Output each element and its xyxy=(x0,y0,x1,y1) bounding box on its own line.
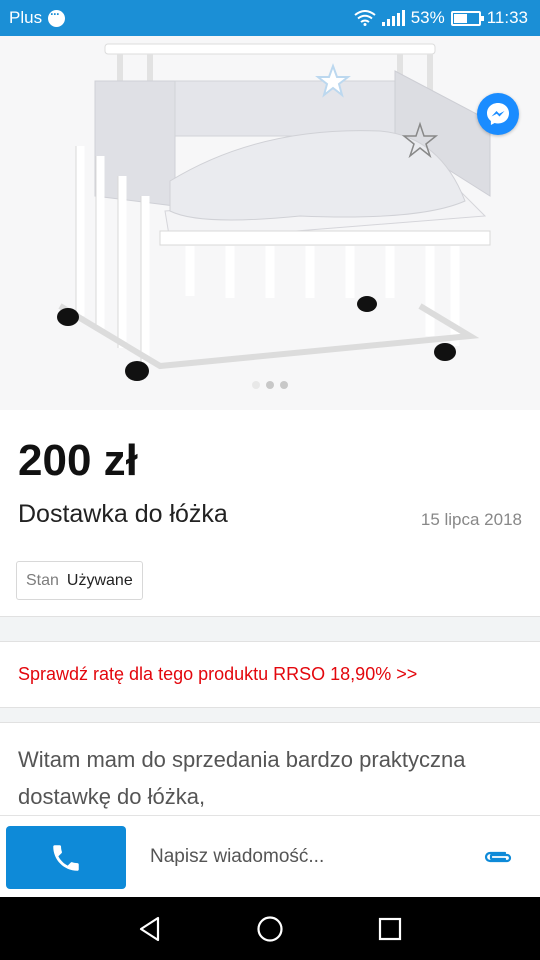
param-key: Stan xyxy=(26,571,59,589)
contact-bar xyxy=(0,815,540,897)
message-input[interactable] xyxy=(138,834,458,880)
battery-percent: 53% xyxy=(410,8,445,27)
gallery-dot xyxy=(252,381,260,389)
gallery-indicator xyxy=(252,381,288,389)
recents-square-icon xyxy=(378,917,402,941)
listing-price: 200 zł xyxy=(18,436,138,485)
gallery-dot xyxy=(266,381,274,389)
messenger-share-button[interactable] xyxy=(477,93,519,135)
chat-bubble-icon xyxy=(48,7,66,27)
status-left: Plus xyxy=(9,7,66,28)
carrier-label: Plus xyxy=(9,8,43,27)
section-divider xyxy=(0,707,540,723)
listing-photo[interactable] xyxy=(0,36,540,410)
back-triangle-icon xyxy=(139,916,160,942)
system-nav-bar xyxy=(0,897,540,960)
clock: 11:33 xyxy=(486,8,528,27)
phone-icon xyxy=(53,844,79,871)
listing-title: Dostawka do łóżka xyxy=(18,500,228,528)
param-condition: Stan Używane xyxy=(16,561,143,600)
signal-icon xyxy=(381,10,405,26)
battery-fill xyxy=(453,13,468,23)
param-value: Używane xyxy=(66,571,133,589)
section-divider xyxy=(0,616,540,642)
home-circle-icon xyxy=(257,916,283,942)
messenger-icon xyxy=(487,103,509,125)
crib-image xyxy=(0,36,540,410)
wifi-icon xyxy=(354,10,376,26)
listing-date: 15 lipca 2018 xyxy=(420,510,522,529)
listing-description: Witam mam do sprzedania bardzo praktyczn… xyxy=(18,747,466,809)
battery-icon xyxy=(450,10,484,26)
call-button[interactable] xyxy=(6,826,126,889)
nav-recents-button[interactable] xyxy=(372,911,408,947)
paperclip-icon xyxy=(484,851,512,863)
status-right: 53% 11:33 xyxy=(354,8,528,28)
nav-home-button[interactable] xyxy=(252,911,288,947)
credit-installment-link[interactable]: Sprawdź ratę dla tego produktu RRSO 18,9… xyxy=(18,664,417,685)
nav-back-button[interactable] xyxy=(132,911,168,947)
status-bar: Plus 53% 11:33 xyxy=(0,0,540,36)
gallery-dot xyxy=(280,381,288,389)
attach-button[interactable] xyxy=(478,842,518,872)
